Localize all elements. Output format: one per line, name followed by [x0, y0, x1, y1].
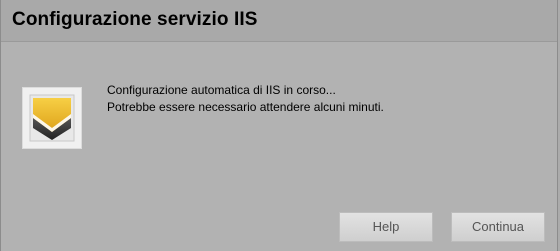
- dialog-title: Configurazione servizio IIS: [12, 9, 258, 30]
- continue-button[interactable]: Continua: [451, 212, 545, 242]
- message-line-2: Potrebbe essere necessario attendere alc…: [107, 100, 384, 114]
- setup-dialog: Configurazione servizio IIS Configurazio…: [0, 0, 558, 251]
- message-line-1: Configurazione automatica di IIS in cors…: [107, 83, 336, 97]
- title-bar: Configurazione servizio IIS: [1, 0, 557, 42]
- help-button[interactable]: Help: [339, 212, 433, 242]
- status-message: Configurazione automatica di IIS in cors…: [107, 82, 384, 116]
- setup-shield-icon: [22, 87, 82, 149]
